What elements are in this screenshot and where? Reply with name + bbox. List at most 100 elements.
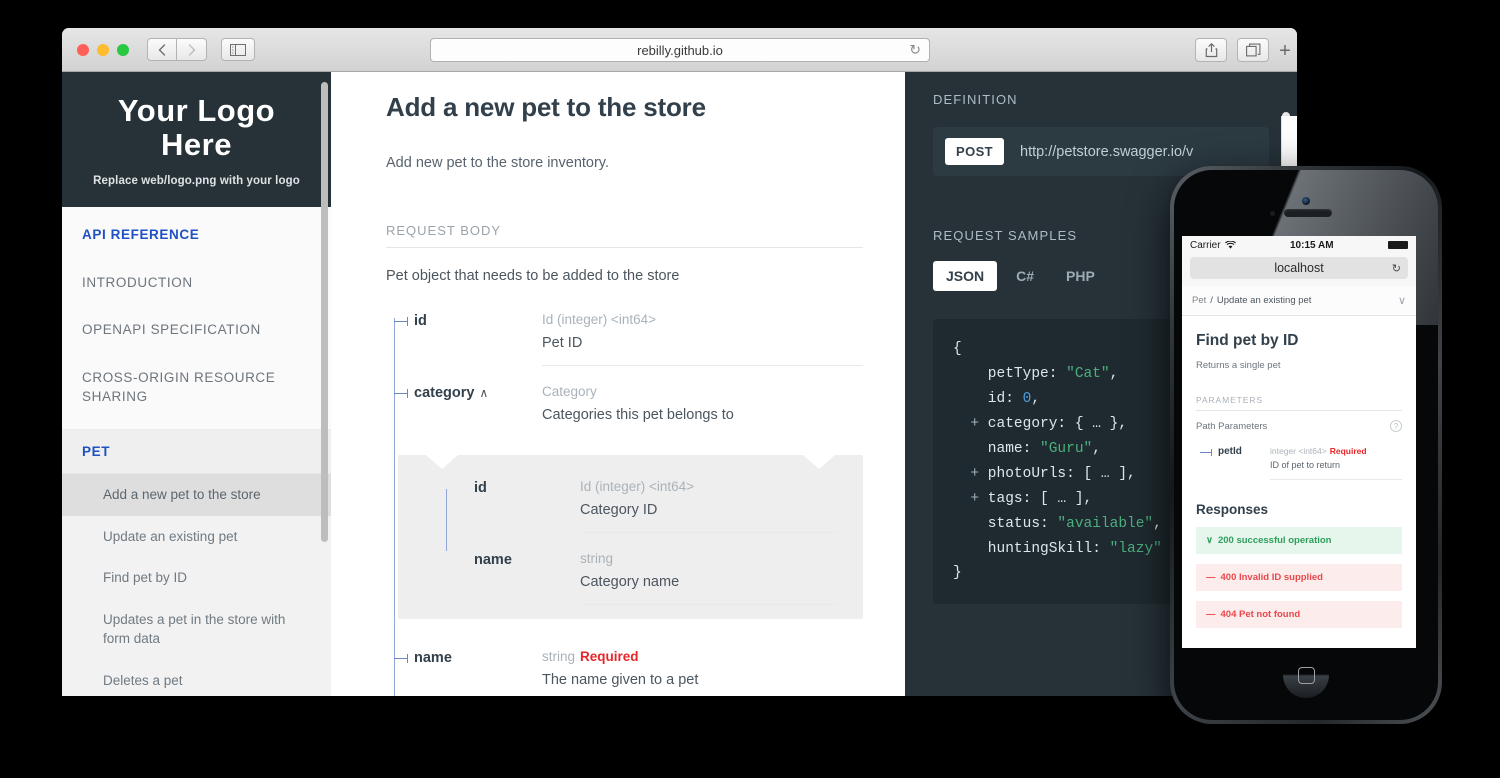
reload-icon[interactable]: ↻ (909, 42, 921, 59)
address-bar[interactable]: rebilly.github.io ↻ (430, 38, 930, 62)
tab-csharp[interactable]: C# (1003, 261, 1047, 291)
field-type: Category (542, 384, 863, 399)
field-type: string Required (542, 649, 863, 664)
param-description: ID of pet to return (1270, 460, 1402, 470)
field-row-id: id Id (integer) <int64> Pet ID (386, 312, 863, 366)
field-name: name (414, 649, 542, 696)
param-type: integer <int64>Required (1270, 446, 1402, 456)
field-description: Category name (580, 574, 837, 590)
doc-column: Add a new pet to the store Add new pet t… (331, 72, 905, 696)
http-method-badge: POST (945, 138, 1004, 165)
tabs-overview-icon (1246, 43, 1261, 57)
window-controls[interactable] (77, 44, 129, 56)
request-body-fields: id Id (integer) <int64> Pet ID category ∧ (386, 312, 863, 696)
sidebar-toggle-button[interactable] (221, 38, 255, 61)
proximity-sensor-icon (1270, 211, 1275, 216)
endpoint-url: http://petstore.swagger.io/v (1020, 144, 1193, 160)
breadcrumb-root[interactable]: Pet (1192, 295, 1206, 306)
iphone-device: Carrier 10:15 AM localhost ↻ (1170, 166, 1442, 724)
sidebar-item-cors[interactable]: CROSS-ORIGIN RESOURCE SHARING (62, 354, 331, 421)
home-square-icon (1298, 667, 1315, 684)
status-time: 10:15 AM (1236, 240, 1388, 251)
breadcrumb[interactable]: Pet / Update an existing pet ∨ (1182, 286, 1416, 316)
sidebar-item-deletes-a-pet[interactable]: Deletes a pet (62, 660, 331, 696)
tab-json[interactable]: JSON (933, 261, 997, 291)
breadcrumb-separator: / (1210, 295, 1213, 306)
sidebar-item-find-pet-by-id[interactable]: Find pet by ID (62, 557, 331, 599)
tree-connector-icon (394, 393, 408, 394)
forward-button[interactable] (177, 38, 207, 61)
response-200[interactable]: ∨200 successful operation (1196, 527, 1402, 554)
sidebar-item-updates-pet-form-data[interactable]: Updates a pet in the store with form dat… (62, 599, 331, 660)
field-row-name: name stringRequired The name given to a … (386, 649, 863, 696)
dash-icon: — (1206, 572, 1216, 583)
reload-icon[interactable]: ↻ (1392, 262, 1401, 275)
response-404[interactable]: —404 Pet not found (1196, 601, 1402, 628)
mobile-address-bar[interactable]: localhost ↻ (1190, 257, 1408, 279)
sidebar-scrollbar[interactable] (321, 82, 328, 542)
earpiece-speaker-icon (1284, 209, 1332, 217)
field-description: Pet ID (542, 335, 863, 351)
code-sample-text: { petType: "Cat", id: 0, + category: { …… (953, 341, 1162, 581)
docs-sidebar: Your Logo Here Replace web/logo.png with… (62, 72, 331, 696)
home-button[interactable] (1283, 652, 1329, 698)
battery-full-icon (1388, 241, 1408, 249)
new-tab-button[interactable]: + (1273, 41, 1297, 61)
back-button[interactable] (147, 38, 177, 61)
iphone-body: Carrier 10:15 AM localhost ↻ (1174, 170, 1438, 720)
logo-title: Your Logo Here (80, 94, 313, 162)
sidebar-item-update-existing-pet[interactable]: Update an existing pet (62, 516, 331, 558)
share-button[interactable] (1195, 38, 1227, 62)
chevron-down-icon[interactable]: ∨ (1398, 294, 1406, 307)
field-name: name (474, 551, 580, 605)
field-row-category[interactable]: category ∧ Category Categories this pet b… (386, 384, 863, 437)
show-tabs-button[interactable] (1237, 38, 1269, 62)
sidebar-item-api-reference[interactable]: API REFERENCE (62, 211, 331, 259)
param-name: petId (1218, 446, 1270, 480)
sidebar-item-openapi-specification[interactable]: OPENAPI SPECIFICATION (62, 306, 331, 354)
mobile-path-parameters-label: Path Parameters ? (1196, 420, 1402, 432)
request-body-description: Pet object that needs to be added to the… (386, 268, 863, 284)
field-type-text: string (542, 649, 575, 664)
sidebar-item-introduction[interactable]: INTRODUCTION (62, 259, 331, 307)
tree-connector-icon (394, 321, 408, 322)
response-label: 400 Invalid ID supplied (1221, 572, 1323, 583)
mobile-doc-body: Find pet by ID Returns a single pet PARA… (1182, 316, 1416, 628)
mobile-responses-heading: Responses (1196, 502, 1402, 517)
field-description: Category ID (580, 502, 837, 518)
chevron-up-icon[interactable]: ∧ (479, 386, 488, 400)
definition-heading: DEFINITION (933, 92, 1269, 107)
close-window-button[interactable] (77, 44, 89, 56)
response-400[interactable]: — 400 Invalid ID supplied (1196, 564, 1402, 591)
breadcrumb-current: Update an existing pet (1217, 295, 1312, 306)
page-content: Your Logo Here Replace web/logo.png with… (62, 72, 1297, 696)
navigation-buttons[interactable] (147, 38, 207, 61)
tree-connector-icon (394, 658, 408, 659)
mobile-parameters-heading: PARAMETERS (1196, 395, 1402, 411)
field-description: Categories this pet belongs to (542, 407, 863, 423)
chevron-down-icon: ∨ (1206, 535, 1213, 546)
nested-object-panel: id Id (integer) <int64> Category ID name (398, 455, 863, 619)
response-label: 404 Pet not found (1221, 609, 1301, 620)
field-name: id (474, 479, 580, 533)
browser-titlebar: rebilly.github.io ↻ (62, 28, 1297, 72)
page-lead: Add new pet to the store inventory. (386, 155, 863, 171)
question-mark-icon[interactable]: ? (1390, 420, 1402, 432)
field-type: Id (integer) <int64> (580, 479, 837, 494)
sidebar-item-add-a-new-pet[interactable]: Add a new pet to the store (62, 474, 331, 516)
param-type-text: integer <int64> (1270, 446, 1327, 456)
sidebar-sublist: Add a new pet to the store Update an exi… (62, 474, 331, 696)
sidebar-group-pet[interactable]: PET (62, 430, 331, 474)
tab-php[interactable]: PHP (1053, 261, 1108, 291)
maximize-window-button[interactable] (117, 44, 129, 56)
sidebar-toggle-icon (230, 44, 246, 56)
front-camera-icon (1302, 197, 1310, 205)
mobile-url-text: localhost (1274, 261, 1323, 275)
field-name: category ∧ (414, 384, 542, 437)
wifi-icon (1225, 241, 1236, 250)
required-badge: Required (580, 649, 639, 664)
screenshot-stage: rebilly.github.io ↻ (0, 0, 1500, 778)
address-bar-text: rebilly.github.io (637, 43, 723, 58)
field-name-text: category (414, 385, 474, 401)
minimize-window-button[interactable] (97, 44, 109, 56)
